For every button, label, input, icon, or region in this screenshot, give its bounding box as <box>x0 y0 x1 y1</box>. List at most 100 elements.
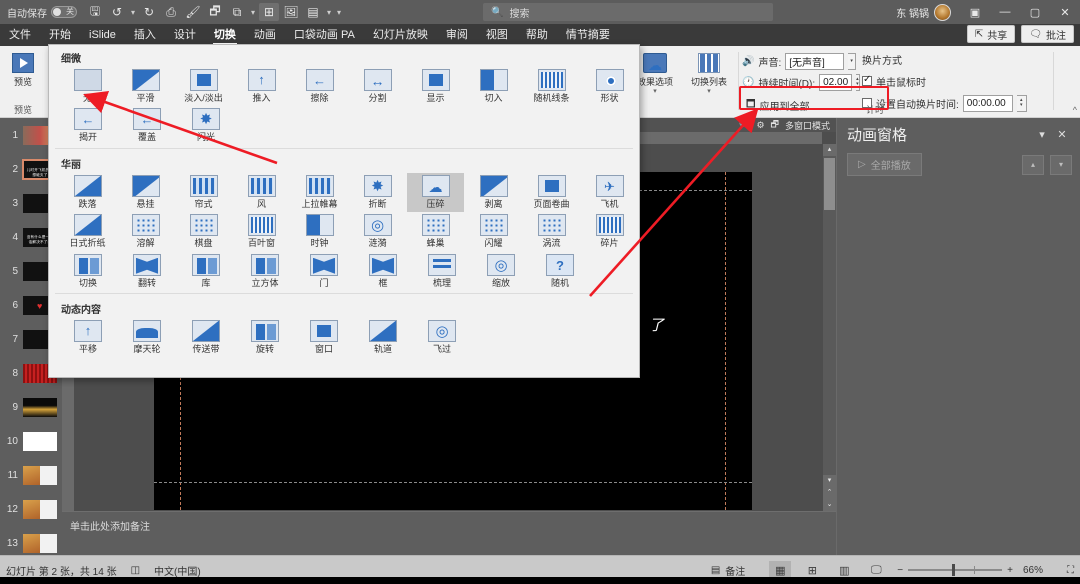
tab-slideshow[interactable]: 幻灯片放映 <box>364 24 437 46</box>
transition-item-uncover[interactable]: 揭开 <box>59 106 117 145</box>
transition-item-random[interactable]: 随机 <box>531 252 589 291</box>
effect-options-caret-icon[interactable]: ▾ <box>653 87 657 95</box>
transition-item-push[interactable]: 推入 <box>233 67 290 106</box>
tab-pocket-animation[interactable]: 口袋动画 PA <box>285 24 364 46</box>
transition-item-morph[interactable]: 平滑 <box>117 67 174 106</box>
slide-thumbnail[interactable] <box>22 397 58 418</box>
transition-item-checkerboard[interactable]: 棋盘 <box>175 212 232 251</box>
align-icon[interactable]: ⊞ <box>259 3 279 21</box>
notes-pane[interactable]: 单击此处添加备注 <box>62 511 836 555</box>
transition-item-ripple[interactable]: 涟漪 <box>349 212 406 251</box>
fit-to-window-icon[interactable]: ⛶ <box>1067 565 1074 576</box>
gear-icon[interactable]: ⚙ <box>756 120 764 131</box>
chevron-down-icon[interactable]: ▾ <box>1032 128 1052 141</box>
save-icon[interactable]: 🖫 <box>85 3 105 21</box>
transition-item-honeycomb[interactable]: 蜂巢 <box>407 212 464 251</box>
redo-icon[interactable]: ↻ <box>139 3 159 21</box>
zoom-level-label[interactable]: 66% <box>1023 565 1043 576</box>
transition-list-caret-icon[interactable]: ▾ <box>707 87 711 95</box>
transition-item-zoom-transition[interactable]: 缩放 <box>472 252 530 291</box>
transition-item-cover[interactable]: 覆盖 <box>118 106 176 145</box>
transition-item-fly-through[interactable]: 飞过 <box>413 318 471 357</box>
transition-item-reveal[interactable]: 显示 <box>407 67 464 106</box>
transition-item-peel-off[interactable]: 剥离 <box>465 173 522 212</box>
undo-icon[interactable]: ↺ <box>107 3 127 21</box>
tab-design[interactable]: 设计 <box>165 24 205 46</box>
transition-item-origami[interactable]: 日式折纸 <box>59 212 116 251</box>
tab-view[interactable]: 视图 <box>477 24 517 46</box>
transition-item-flip[interactable]: 翻转 <box>118 252 176 291</box>
transition-item-switch[interactable]: 切换 <box>59 252 117 291</box>
autosave-switch[interactable]: 关 <box>51 6 77 18</box>
next-slide-icon[interactable]: ⌄ <box>823 499 836 511</box>
transition-item-page-curl[interactable]: 页面卷曲 <box>523 173 580 212</box>
transition-item-flash[interactable]: 闪光 <box>177 106 235 145</box>
transition-item-dissolve[interactable]: 溶解 <box>117 212 174 251</box>
previous-slide-icon[interactable]: ⌃ <box>823 487 836 499</box>
sound-dropdown-icon[interactable]: ▾ <box>848 53 856 70</box>
scroll-up-icon[interactable]: ▴ <box>823 144 836 156</box>
transition-item-ferris-wheel[interactable]: 摩天轮 <box>118 318 176 357</box>
transition-item-split[interactable]: 分割 <box>349 67 406 106</box>
on-mouse-click-checkbox[interactable] <box>862 76 872 86</box>
transition-list-button[interactable]: 切换列表 ▾ <box>686 46 732 95</box>
transition-item-orbit[interactable]: 轨道 <box>354 318 412 357</box>
arrow-down-icon[interactable]: ▾ <box>1050 155 1072 175</box>
avatar[interactable] <box>934 4 951 21</box>
transition-item-shape[interactable]: 形状 <box>581 67 638 106</box>
transition-item-gallery[interactable]: 库 <box>177 252 235 291</box>
transition-item-pan[interactable]: 平移 <box>59 318 117 357</box>
transition-item-airplane[interactable]: 飞机 <box>581 173 638 212</box>
zoom-in-button[interactable]: + <box>1007 565 1013 576</box>
transition-item-wind[interactable]: 风 <box>233 173 290 212</box>
transition-item-box[interactable]: 框 <box>354 252 412 291</box>
scroll-down-icon[interactable]: ▾ <box>823 475 836 487</box>
undo-caret-icon[interactable]: ▾ <box>129 8 137 17</box>
transition-item-blinds[interactable]: 百叶窗 <box>233 212 290 251</box>
slide-thumbnail-row[interactable]: 11 <box>0 458 62 492</box>
transition-item-random-bars[interactable]: 随机线条 <box>523 67 580 106</box>
transition-item-vortex[interactable]: 涡流 <box>523 212 580 251</box>
scrollbar-thumb[interactable] <box>824 158 835 210</box>
close-icon[interactable]: ✕ <box>1052 128 1072 141</box>
transition-item-cut[interactable]: 切入 <box>465 67 522 106</box>
accessibility-icon[interactable]: ◫ <box>131 565 140 576</box>
transition-item-prestige[interactable]: 上拉帷幕 <box>291 173 348 212</box>
format-painter-icon[interactable]: 🖌 <box>183 3 203 21</box>
paragraph-caret-icon[interactable]: ▾ <box>325 8 333 17</box>
transition-item-fall-over[interactable]: 跌落 <box>59 173 116 212</box>
transition-item-fade[interactable]: 淡入/淡出 <box>175 67 232 106</box>
copy-icon[interactable]: ⧉ <box>227 3 247 21</box>
transition-item-none-transition[interactable]: 无 <box>59 67 116 106</box>
transition-item-clock[interactable]: 时钟 <box>291 212 348 251</box>
minimize-button[interactable]: — <box>990 0 1020 24</box>
magnifier-icon[interactable]: 🔍 <box>739 120 750 131</box>
copy-caret-icon[interactable]: ▾ <box>249 8 257 17</box>
tab-animations[interactable]: 动画 <box>245 24 285 46</box>
picture-icon[interactable]: 🖼 <box>281 3 301 21</box>
transition-item-rotate[interactable]: 旋转 <box>236 318 294 357</box>
slide-thumbnail-row[interactable]: 10 <box>0 424 62 458</box>
transition-item-doors[interactable]: 门 <box>295 252 353 291</box>
transition-item-drape[interactable]: 悬挂 <box>117 173 174 212</box>
tab-review[interactable]: 审阅 <box>437 24 477 46</box>
tab-storyboard[interactable]: 情节摘要 <box>557 24 619 46</box>
transition-item-window[interactable]: 窗口 <box>295 318 353 357</box>
notes-toggle-button[interactable]: ▤ 备注 <box>711 563 745 578</box>
ribbon-display-options-icon[interactable]: ▣ <box>960 0 990 24</box>
transition-item-shred[interactable]: 碎片 <box>581 212 638 251</box>
slide-thumbnail[interactable] <box>22 431 58 452</box>
tab-transitions[interactable]: 切换 <box>205 24 245 46</box>
autosave-toggle[interactable]: 自动保存 关 <box>7 5 77 20</box>
present-icon[interactable]: ⎙ <box>161 3 181 21</box>
canvas-vertical-scrollbar[interactable]: ▴ ▾ ⌃ ⌄ <box>823 144 836 511</box>
transition-item-conveyor[interactable]: 传送带 <box>177 318 235 357</box>
language-indicator[interactable]: 中文(中国) <box>154 563 201 578</box>
slide-thumbnail[interactable] <box>22 499 58 520</box>
slide-thumbnail-row[interactable]: 9 <box>0 390 62 424</box>
tab-home[interactable]: 开始 <box>40 24 80 46</box>
tab-help[interactable]: 帮助 <box>517 24 557 46</box>
transition-gallery-dropdown[interactable]: 细微无平滑淡入/淡出推入擦除分割显示切入随机线条形状揭开覆盖闪光华丽跌落悬挂帘式… <box>48 44 640 378</box>
zoom-slider[interactable]: − + <box>897 565 1013 576</box>
slide-thumbnail-row[interactable]: 12 <box>0 492 62 526</box>
